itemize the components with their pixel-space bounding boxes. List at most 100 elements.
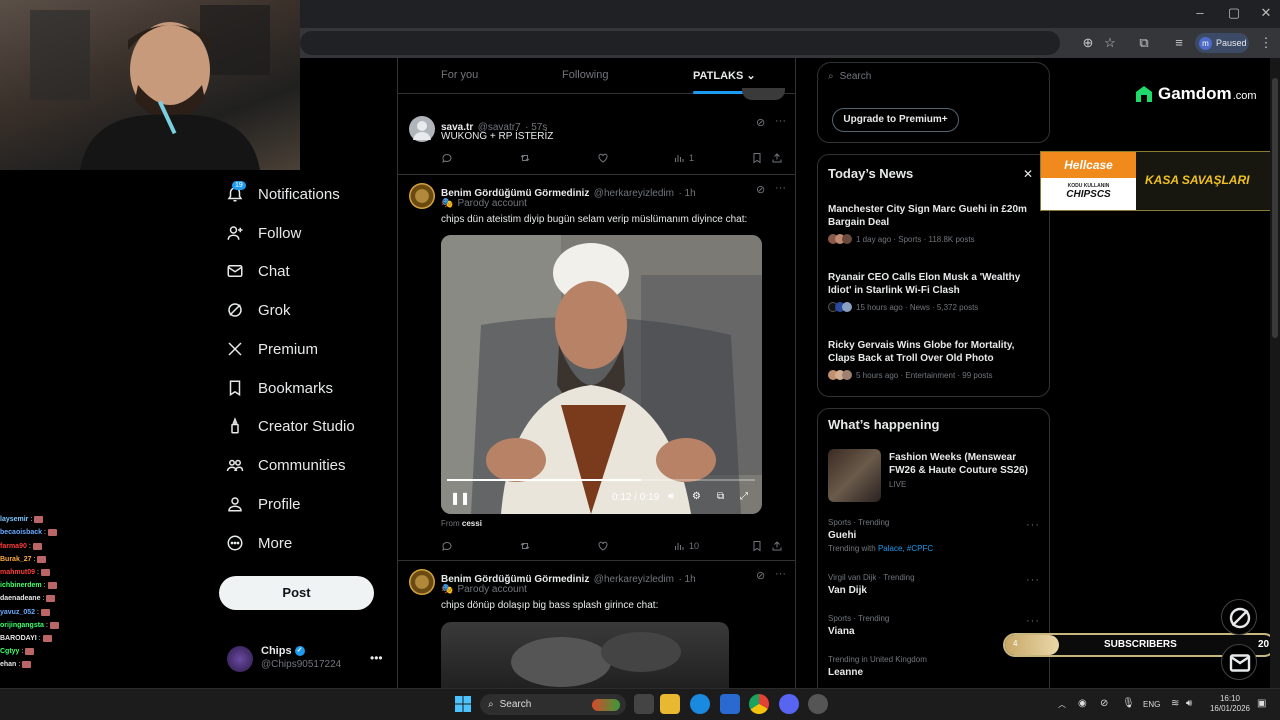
fullscreen-icon[interactable]: ⤢: [740, 491, 748, 502]
sidebar-item-creator-studio[interactable]: Creator Studio: [226, 412, 355, 440]
tray-network-icon[interactable]: ⊘: [1100, 698, 1108, 709]
settings-gear-icon[interactable]: ⚙: [692, 491, 701, 502]
volume-icon[interactable]: 🔊︎: [1186, 698, 1192, 709]
volume-icon[interactable]: 🔊︎: [668, 491, 674, 502]
pause-icon[interactable]: ❚❚: [450, 491, 470, 505]
video-progress-track[interactable]: [447, 479, 755, 481]
news-item[interactable]: Ryanair CEO Calls Elon Musk a 'Wealthy I…: [828, 271, 1040, 312]
author-handle[interactable]: @herkareyizledim: [594, 574, 674, 585]
wifi-icon[interactable]: ≋: [1171, 698, 1179, 709]
trend-more-icon[interactable]: ···: [1026, 519, 1040, 531]
extensions-icon[interactable]: ⧉: [1136, 35, 1152, 51]
sidebar-item-chat[interactable]: Chat: [226, 257, 290, 285]
page-scrollbar[interactable]: [1270, 58, 1280, 688]
chrome-icon[interactable]: [749, 694, 769, 714]
tab-for-you[interactable]: For you: [441, 69, 478, 81]
close-icon[interactable]: ✕: [1023, 167, 1033, 181]
author-handle[interactable]: @herkareyizledim: [594, 188, 674, 199]
clock[interactable]: 16:10 16/01/2026: [1208, 694, 1252, 714]
news-item[interactable]: Manchester City Sign Marc Guehi in £20m …: [828, 203, 1040, 244]
reply-icon[interactable]: [441, 152, 453, 164]
close-window-icon[interactable]: ✕: [1259, 6, 1273, 20]
sidebar-item-premium[interactable]: Premium: [226, 335, 318, 363]
chat-username: becaoisback: [0, 529, 43, 537]
sidebar-item-grok[interactable]: Grok: [226, 296, 291, 324]
grok-icon[interactable]: ⊘: [756, 116, 765, 129]
from-user-link[interactable]: cessi: [462, 519, 482, 528]
bookmark-icon[interactable]: [751, 540, 763, 552]
post[interactable]: sava.tr @savatr7 · 57s ⊘ ··· WUKONG + RP…: [398, 106, 795, 174]
sidebar-item-communities[interactable]: Communities: [226, 451, 346, 479]
store-icon[interactable]: [720, 694, 740, 714]
repost-icon[interactable]: [519, 540, 531, 552]
discord-icon[interactable]: [779, 694, 799, 714]
trend-more-icon[interactable]: ···: [1026, 574, 1040, 586]
post-text: chips dün ateistim diyip bugün selam ver…: [441, 214, 748, 225]
share-icon[interactable]: [771, 152, 783, 164]
sidebar-item-follow[interactable]: Follow: [226, 219, 301, 247]
sidebar-item-profile[interactable]: Profile: [226, 490, 301, 518]
post-more-icon[interactable]: ···: [775, 568, 786, 580]
trend-more-icon[interactable]: ···: [1026, 615, 1040, 627]
scrollbar-thumb[interactable]: [1272, 78, 1278, 338]
app-icon[interactable]: [808, 694, 828, 714]
bookmark-star-icon[interactable]: ☆: [1102, 35, 1118, 51]
tab-patlaks[interactable]: PATLAKS ⌄: [693, 69, 756, 82]
notification-center-icon[interactable]: ▣: [1257, 698, 1266, 709]
trend-item[interactable]: Sports · Trending Guehi Trending with Pa…: [828, 518, 1040, 553]
tray-chevron-icon[interactable]: ︿: [1058, 699, 1066, 710]
views-stat[interactable]: 10: [673, 540, 699, 552]
tab-following[interactable]: Following: [562, 69, 608, 81]
video-player[interactable]: [441, 622, 729, 688]
post[interactable]: Benim Gördüğümü Görmediniz @herkareyizle…: [398, 561, 795, 688]
like-icon[interactable]: [597, 540, 609, 552]
trend-item[interactable]: Virgil van Dijk · Trending Van Dijk: [828, 573, 1040, 596]
grok-icon[interactable]: ⊘: [756, 569, 765, 582]
share-icon[interactable]: [771, 540, 783, 552]
chat-message: orijingangsta:: [0, 619, 110, 632]
video-player[interactable]: ❚❚ 0:12 / 0:19 🔊︎ ⚙ ⧉ ⤢: [441, 235, 762, 514]
show-posts-pill[interactable]: [742, 88, 785, 100]
browser-menu-icon[interactable]: ⋮: [1258, 35, 1274, 51]
profile-paused-button[interactable]: m Paused: [1195, 33, 1249, 53]
start-button[interactable]: [455, 696, 471, 712]
news-item[interactable]: Ricky Gervais Wins Globe for Mortality, …: [828, 339, 1040, 380]
tray-app-icon[interactable]: ◉: [1078, 698, 1087, 709]
maximize-icon[interactable]: ▢: [1227, 6, 1241, 20]
microphone-icon[interactable]: 🎙︎: [1122, 698, 1135, 709]
views-stat[interactable]: 1: [673, 152, 694, 164]
grok-icon[interactable]: ⊘: [756, 183, 765, 196]
bookmark-icon[interactable]: [751, 152, 763, 164]
trend-with-tags[interactable]: Palace, #CPFC: [878, 544, 933, 553]
picture-in-picture-icon[interactable]: ⧉: [717, 491, 724, 502]
sidebar-item-more[interactable]: More: [226, 529, 292, 557]
post-actions: 1: [441, 151, 791, 165]
like-icon[interactable]: [597, 152, 609, 164]
messages-float-button[interactable]: [1221, 644, 1257, 680]
reading-list-icon[interactable]: ≡: [1171, 35, 1187, 51]
grok-float-button[interactable]: [1221, 599, 1257, 635]
reply-icon[interactable]: [441, 540, 453, 552]
post-button[interactable]: Post: [219, 576, 374, 610]
post-more-icon[interactable]: ···: [775, 115, 786, 127]
account-switcher[interactable]: Chips ✓ @Chips90517224 •••: [227, 644, 387, 674]
install-app-icon[interactable]: ⊕: [1080, 35, 1096, 51]
language-indicator[interactable]: ENG: [1143, 700, 1160, 709]
upgrade-premium-button[interactable]: Upgrade to Premium+: [832, 108, 959, 132]
post[interactable]: Benim Gördüğümü Görmediniz @herkareyizle…: [398, 175, 795, 560]
minimize-icon[interactable]: –: [1193, 6, 1207, 20]
edge-icon[interactable]: [690, 694, 710, 714]
post-time: · 1h: [678, 188, 696, 199]
trend-item[interactable]: Trending in United Kingdom Leanne: [828, 655, 1040, 678]
post-more-icon[interactable]: ···: [775, 182, 786, 194]
task-view-icon[interactable]: [634, 694, 654, 714]
file-explorer-icon[interactable]: [660, 694, 680, 714]
address-bar[interactable]: [300, 31, 1060, 55]
event-item[interactable]: Fashion Weeks (Menswear FW26 & Haute Cou…: [889, 451, 1039, 489]
account-more-icon[interactable]: •••: [370, 651, 383, 665]
taskbar-search[interactable]: ⌕ Search: [480, 694, 626, 715]
repost-icon[interactable]: [519, 152, 531, 164]
sidebar-item-bookmarks[interactable]: Bookmarks: [226, 374, 333, 402]
sidebar-item-notifications[interactable]: 19 Notifications: [226, 180, 340, 208]
stream-chat: laysemir: becaoisback: farma90: Burak_27: ma…: [0, 500, 110, 671]
